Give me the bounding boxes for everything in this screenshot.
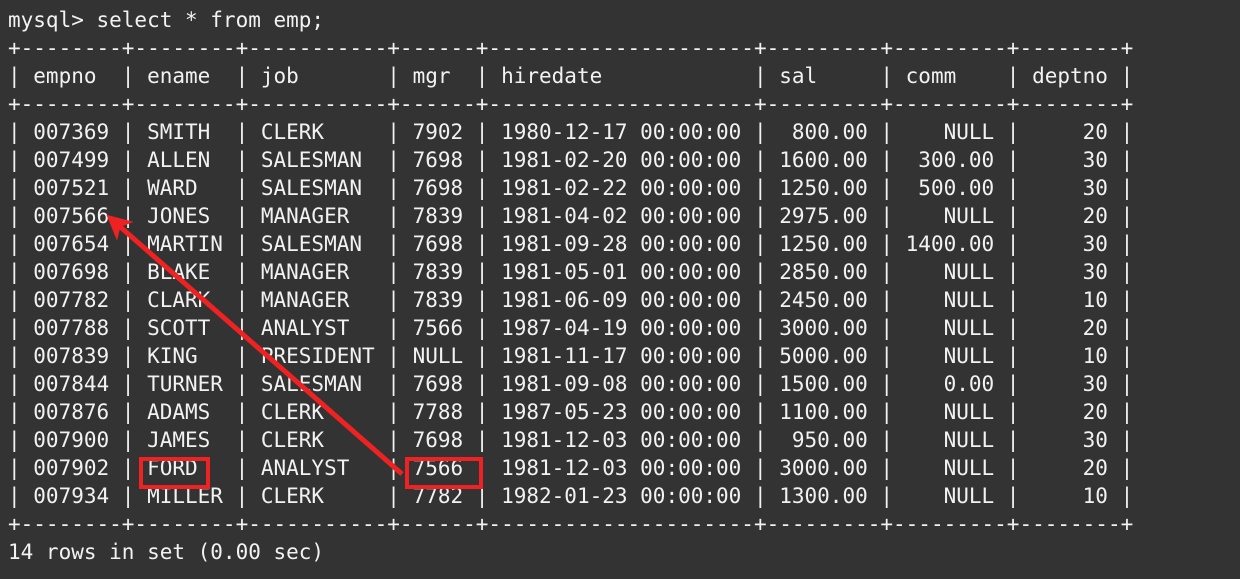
terminal-line: | empno | ename | job | mgr | hiredate |… (8, 64, 1134, 88)
terminal-line: 14 rows in set (0.00 sec) (8, 540, 325, 564)
terminal-line: | 007782 | CLARK | MANAGER | 7839 | 1981… (8, 288, 1134, 312)
terminal-line: | 007900 | JAMES | CLERK | 7698 | 1981-1… (8, 428, 1134, 452)
terminal-line: +--------+--------+-----------+------+--… (8, 92, 1134, 116)
terminal-line: | 007839 | KING | PRESIDENT | NULL | 198… (8, 344, 1134, 368)
terminal-line: | 007499 | ALLEN | SALESMAN | 7698 | 198… (8, 148, 1134, 172)
terminal-line: | 007844 | TURNER | SALESMAN | 7698 | 19… (8, 372, 1134, 396)
terminal-line: | 007566 | JONES | MANAGER | 7839 | 1981… (8, 204, 1134, 228)
terminal-line: | 007654 | MARTIN | SALESMAN | 7698 | 19… (8, 232, 1134, 256)
terminal-line: | 007521 | WARD | SALESMAN | 7698 | 1981… (8, 176, 1134, 200)
mysql-terminal-window: mysql> select * from emp; +--------+-----… (0, 0, 1240, 579)
terminal-line: | 007902 | FORD | ANALYST | 7566 | 1981-… (8, 456, 1134, 480)
terminal-line: mysql> select * from emp; (8, 8, 325, 32)
terminal-output: mysql> select * from emp; +--------+-----… (8, 6, 1133, 566)
terminal-line: +--------+--------+-----------+------+--… (8, 512, 1134, 536)
terminal-line: | 007934 | MILLER | CLERK | 7782 | 1982-… (8, 484, 1134, 508)
terminal-line: | 007698 | BLAKE | MANAGER | 7839 | 1981… (8, 260, 1134, 284)
terminal-line: +--------+--------+-----------+------+--… (8, 36, 1134, 60)
terminal-line: | 007788 | SCOTT | ANALYST | 7566 | 1987… (8, 316, 1134, 340)
terminal-line: | 007876 | ADAMS | CLERK | 7788 | 1987-0… (8, 400, 1134, 424)
terminal-line: | 007369 | SMITH | CLERK | 7902 | 1980-1… (8, 120, 1134, 144)
